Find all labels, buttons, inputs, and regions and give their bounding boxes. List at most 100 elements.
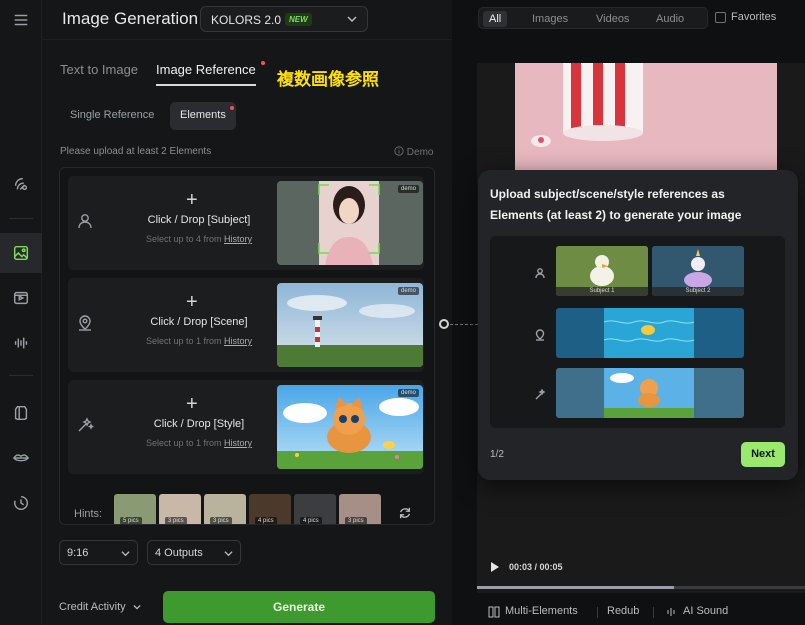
next-button[interactable]: Next (741, 442, 785, 467)
popover-title: Upload subject/scene/style references as… (490, 187, 742, 222)
chevron-down-icon (224, 551, 233, 557)
ai-sound-icon (667, 608, 675, 616)
model-select[interactable]: KOLORS 2.0 NEW (200, 6, 368, 32)
popover-demo-illustration: Subject 1 Subject 2 (490, 236, 785, 428)
model-name: KOLORS 2.0 (211, 13, 282, 27)
element-row-style[interactable]: + Click / Drop [Style] Select up to 1 fr… (68, 380, 424, 474)
history-icon[interactable] (0, 483, 42, 523)
video-generation-icon[interactable] (0, 278, 42, 318)
assets-icon[interactable] (0, 393, 42, 433)
add-plus-icon: + (186, 291, 198, 313)
image-generation-icon[interactable] (0, 233, 42, 273)
element-row-subject[interactable]: + Click / Drop [Subject] Select up to 4 … (68, 176, 424, 270)
demo-tag: demo (397, 185, 419, 193)
upload-instruction: Please upload at least 2 Elements (60, 146, 212, 157)
ai-sound-button[interactable]: AI Sound (683, 605, 728, 617)
scene-location-icon (534, 328, 546, 341)
history-link[interactable]: History (224, 336, 252, 346)
play-icon[interactable] (490, 561, 500, 573)
upload-subject-label[interactable]: Click / Drop [Subject] (114, 214, 284, 226)
lip-sync-icon[interactable] (0, 438, 42, 478)
rail-divider (9, 218, 33, 219)
refresh-icon[interactable] (398, 506, 412, 520)
filter-audio[interactable]: Audio (650, 11, 690, 27)
popover-pager: 1/2 (490, 449, 504, 460)
info-icon (394, 146, 404, 156)
credit-activity-label: Credit Activity (59, 601, 126, 613)
demo-tag: demo (397, 287, 419, 295)
style-magic-wand-icon (76, 416, 95, 434)
filter-videos[interactable]: Videos (590, 11, 635, 27)
tooltip-anchor (439, 319, 449, 329)
audio-generation-icon[interactable] (0, 323, 42, 363)
hint-thumbnail[interactable]: 3 pics (339, 494, 381, 524)
explore-icon[interactable] (0, 164, 42, 204)
media-filter-tabs: All Images Videos Audio (478, 7, 708, 29)
hint-thumbnail[interactable]: 4 pics (294, 494, 336, 524)
subject-person-icon (76, 212, 94, 230)
hint-thumbnail[interactable]: 3 pics (204, 494, 246, 524)
demo-subject-2-label: Subject 2 (652, 287, 744, 296)
demo-subject-1-label: Subject 1 (556, 287, 648, 296)
new-badge: NEW (285, 13, 312, 26)
upload-scene-label[interactable]: Click / Drop [Scene] (114, 316, 284, 328)
outputs-select[interactable]: 4 Outputs (147, 540, 241, 565)
hint-thumbnail[interactable]: 4 pics (249, 494, 291, 524)
filter-images[interactable]: Images (526, 11, 574, 27)
toolbar-divider (597, 607, 598, 618)
scene-history-hint: Select up to 1 from History (145, 336, 253, 346)
history-link[interactable]: History (224, 234, 252, 244)
style-history-hint: Select up to 1 from History (145, 438, 253, 448)
scene-demo-thumbnail: demo (277, 283, 423, 367)
demo-subject-2: Subject 2 (652, 246, 744, 296)
add-plus-icon: + (186, 393, 198, 415)
hint-thumbnail[interactable]: 5 pics (114, 494, 156, 524)
favorites-checkbox[interactable] (715, 12, 726, 23)
aspect-ratio-value: 9:16 (67, 547, 89, 559)
tooltip-connector-line (450, 324, 478, 325)
hints-label: Hints: (74, 508, 103, 520)
panel-header: Image Generation KOLORS 2.0 NEW (42, 0, 452, 40)
history-link[interactable]: History (224, 438, 252, 448)
annotation-label: 複数画像参照 (277, 70, 379, 89)
generate-button[interactable]: Generate (163, 591, 435, 623)
style-demo-thumbnail: demo (277, 385, 423, 469)
subject-demo-thumbnail: demo (277, 181, 423, 265)
filter-all[interactable]: All (483, 11, 508, 27)
demo-scene (556, 308, 744, 358)
add-plus-icon: + (186, 189, 198, 211)
subject-person-icon (534, 266, 546, 279)
redub-button[interactable]: Redub (607, 605, 639, 617)
aspect-ratio-select[interactable]: 9:16 (59, 540, 138, 565)
chevron-down-icon (133, 604, 141, 610)
demo-tag: demo (397, 389, 419, 397)
chevron-down-icon (121, 551, 130, 557)
element-row-scene[interactable]: + Click / Drop [Scene] Select up to 1 fr… (68, 278, 424, 372)
subject-history-hint: Select up to 4 from History (145, 234, 253, 244)
favorites-label: Favorites (731, 11, 777, 23)
upload-style-label[interactable]: Click / Drop [Style] (114, 418, 284, 430)
tab-notification-dot (261, 61, 265, 65)
demo-style (556, 368, 744, 418)
playback-progress-bar[interactable] (477, 586, 805, 589)
rail-divider (9, 375, 33, 376)
tab-text-to-image[interactable]: Text to Image (60, 62, 138, 77)
elements-upload-area: + Click / Drop [Subject] Select up to 4 … (59, 167, 435, 525)
multi-elements-button[interactable]: Multi-Elements (505, 605, 578, 617)
tab-elements[interactable]: Elements (170, 102, 236, 130)
tab-image-reference[interactable]: Image Reference (156, 62, 256, 86)
generation-panel: Image Generation KOLORS 2.0 NEW Text to … (42, 0, 452, 625)
left-rail (0, 0, 42, 625)
preview-image (515, 63, 777, 173)
credit-activity-dropdown[interactable]: Credit Activity (59, 601, 141, 613)
scene-location-icon (76, 314, 94, 332)
progress-fill (477, 586, 674, 589)
menu-icon[interactable] (0, 0, 42, 40)
page-title: Image Generation (62, 9, 199, 28)
hint-thumbnail[interactable]: 3 pics (159, 494, 201, 524)
subtab-notification-dot (230, 106, 234, 110)
tab-single-reference[interactable]: Single Reference (60, 102, 164, 130)
demo-link[interactable]: Demo (394, 146, 433, 158)
toolbar-divider (653, 607, 654, 618)
chevron-down-icon (347, 16, 357, 23)
